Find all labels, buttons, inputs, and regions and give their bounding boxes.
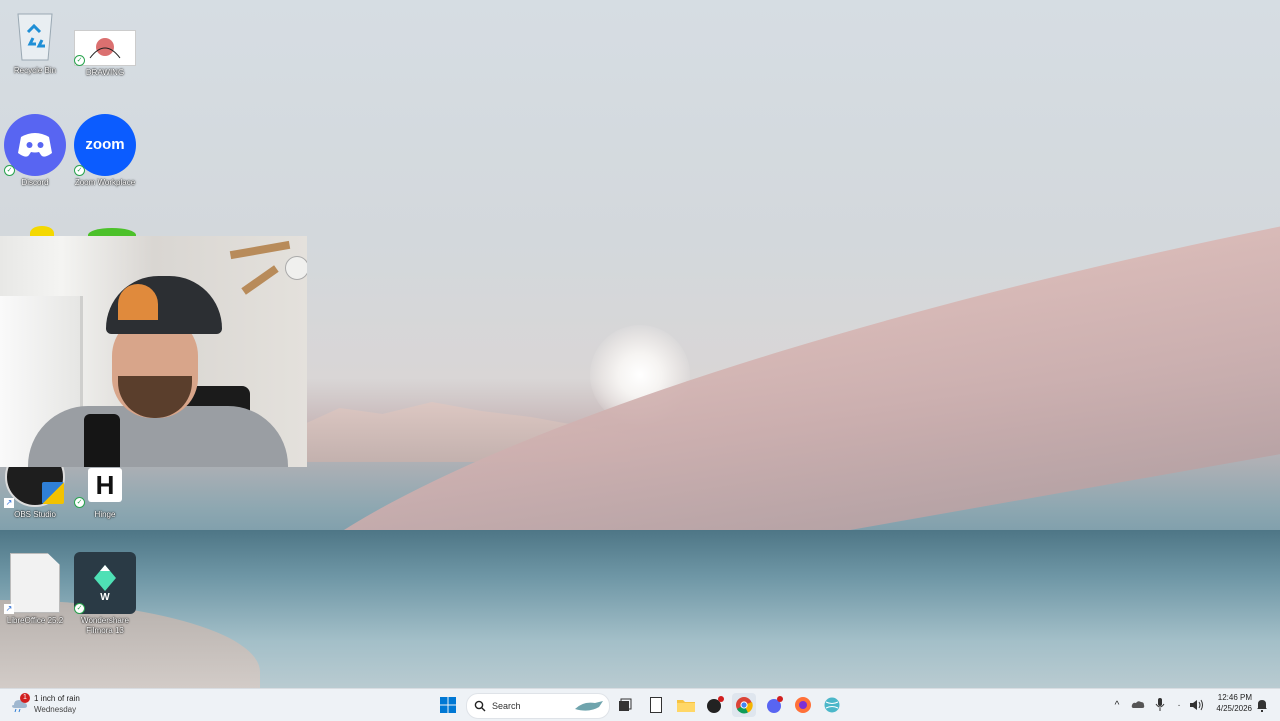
desktop-icon-discord[interactable]: ✓ Discord bbox=[0, 114, 70, 188]
desktop-icon-label: Hinge bbox=[94, 510, 116, 519]
desktop-icon-label: LibreOffice 25.2 bbox=[6, 616, 64, 625]
network-icon: · bbox=[1177, 699, 1181, 711]
task-view-button[interactable] bbox=[613, 693, 637, 717]
notification-center-button[interactable] bbox=[1252, 693, 1272, 717]
taskbar-app-notepad[interactable] bbox=[644, 693, 668, 717]
sync-check-icon: ✓ bbox=[74, 497, 85, 508]
clock-date: 4/25/2026 bbox=[1216, 704, 1252, 713]
folder-icon bbox=[677, 700, 695, 712]
recycle-bin-icon bbox=[10, 4, 60, 64]
desktop-icon-libreoffice[interactable]: ↗ LibreOffice 25.2 bbox=[0, 552, 70, 626]
desktop-icon-label: Zoom Workplace bbox=[74, 178, 136, 187]
show-hidden-icons-button[interactable]: ^ bbox=[1107, 693, 1127, 717]
sync-check-icon: ✓ bbox=[74, 603, 85, 614]
taskbar-app-globe[interactable] bbox=[820, 693, 844, 717]
globe-icon bbox=[824, 697, 840, 713]
tray-clock[interactable]: 12:46 PM 4/25/2026 bbox=[1208, 693, 1252, 713]
drawing-thumbnail-icon: ✓ bbox=[74, 30, 136, 66]
taskbar-search[interactable]: Search bbox=[466, 693, 610, 719]
search-placeholder: Search bbox=[492, 701, 521, 711]
filmora-icon: W ✓ bbox=[74, 552, 136, 614]
taskbar-app-chrome[interactable] bbox=[732, 693, 756, 717]
zoom-icon: zoom ✓ bbox=[74, 114, 136, 176]
desktop-icon-zoom[interactable]: zoom ✓ Zoom Workplace bbox=[70, 114, 140, 188]
microphone-icon bbox=[1155, 698, 1165, 711]
windows-logo-icon bbox=[440, 697, 456, 713]
shortcut-arrow-icon: ↗ bbox=[4, 498, 14, 508]
desktop-icon-label: Recycle Bin bbox=[13, 66, 57, 75]
weather-day: Wednesday bbox=[34, 705, 77, 714]
uac-shield-icon bbox=[42, 482, 64, 504]
obs-icon bbox=[707, 696, 724, 713]
start-button[interactable] bbox=[436, 693, 460, 717]
tray-onedrive[interactable] bbox=[1128, 693, 1148, 717]
desktop-icon-label: Discord bbox=[21, 178, 49, 187]
discord-icon bbox=[767, 696, 783, 713]
weather-alert-badge: 1 bbox=[20, 693, 30, 703]
search-highlight-icon bbox=[573, 697, 605, 715]
notepad-icon bbox=[650, 697, 662, 713]
taskbar-app-firefox[interactable] bbox=[791, 693, 815, 717]
tray-network[interactable]: · bbox=[1172, 693, 1186, 717]
sync-check-icon: ✓ bbox=[74, 55, 85, 66]
clock-time: 12:46 PM bbox=[1217, 693, 1252, 702]
tray-microphone[interactable] bbox=[1150, 693, 1170, 717]
desktop-icon-label: DRAWING bbox=[85, 68, 125, 77]
taskbar-app-obs[interactable] bbox=[703, 693, 727, 717]
sync-check-icon: ✓ bbox=[74, 165, 85, 176]
ceiling-fan bbox=[229, 236, 307, 296]
shortcut-arrow-icon: ↗ bbox=[4, 604, 14, 614]
firefox-icon bbox=[795, 697, 811, 713]
desktop-icon-recycle-bin[interactable]: Recycle Bin bbox=[0, 4, 70, 76]
bell-icon bbox=[1257, 699, 1267, 712]
chrome-icon bbox=[736, 697, 753, 714]
taskbar-app-discord[interactable] bbox=[762, 693, 786, 717]
desktop-icon-drawing[interactable]: ✓ DRAWING bbox=[70, 30, 140, 78]
task-view-icon bbox=[619, 698, 632, 711]
discord-icon: ✓ bbox=[4, 114, 66, 176]
desktop-icon-label: Wondershare Filmora 13 bbox=[81, 616, 129, 635]
speaker-icon bbox=[1190, 699, 1203, 711]
desktop-icon-label: OBS Studio bbox=[14, 510, 56, 519]
desktop-icon-wondershare-filmora[interactable]: W ✓ Wondershare Filmora 13 bbox=[70, 552, 140, 636]
taskbar-app-file-explorer[interactable] bbox=[674, 693, 698, 717]
webcam-cap-patch bbox=[118, 284, 158, 320]
cloud-sync-icon bbox=[1131, 701, 1145, 708]
weather-condition: 1 inch of rain bbox=[34, 694, 80, 703]
tray-volume[interactable] bbox=[1187, 693, 1207, 717]
webcam-overlay bbox=[0, 236, 307, 467]
webcam-microphone bbox=[84, 414, 120, 467]
taskbar: 1 1 inch of rain Wednesday Search ^ · 12… bbox=[0, 688, 1280, 721]
search-icon bbox=[474, 700, 486, 712]
libreoffice-icon: ↗ bbox=[4, 552, 66, 614]
chevron-up-icon: ^ bbox=[1114, 699, 1120, 711]
sync-check-icon: ✓ bbox=[4, 165, 15, 176]
